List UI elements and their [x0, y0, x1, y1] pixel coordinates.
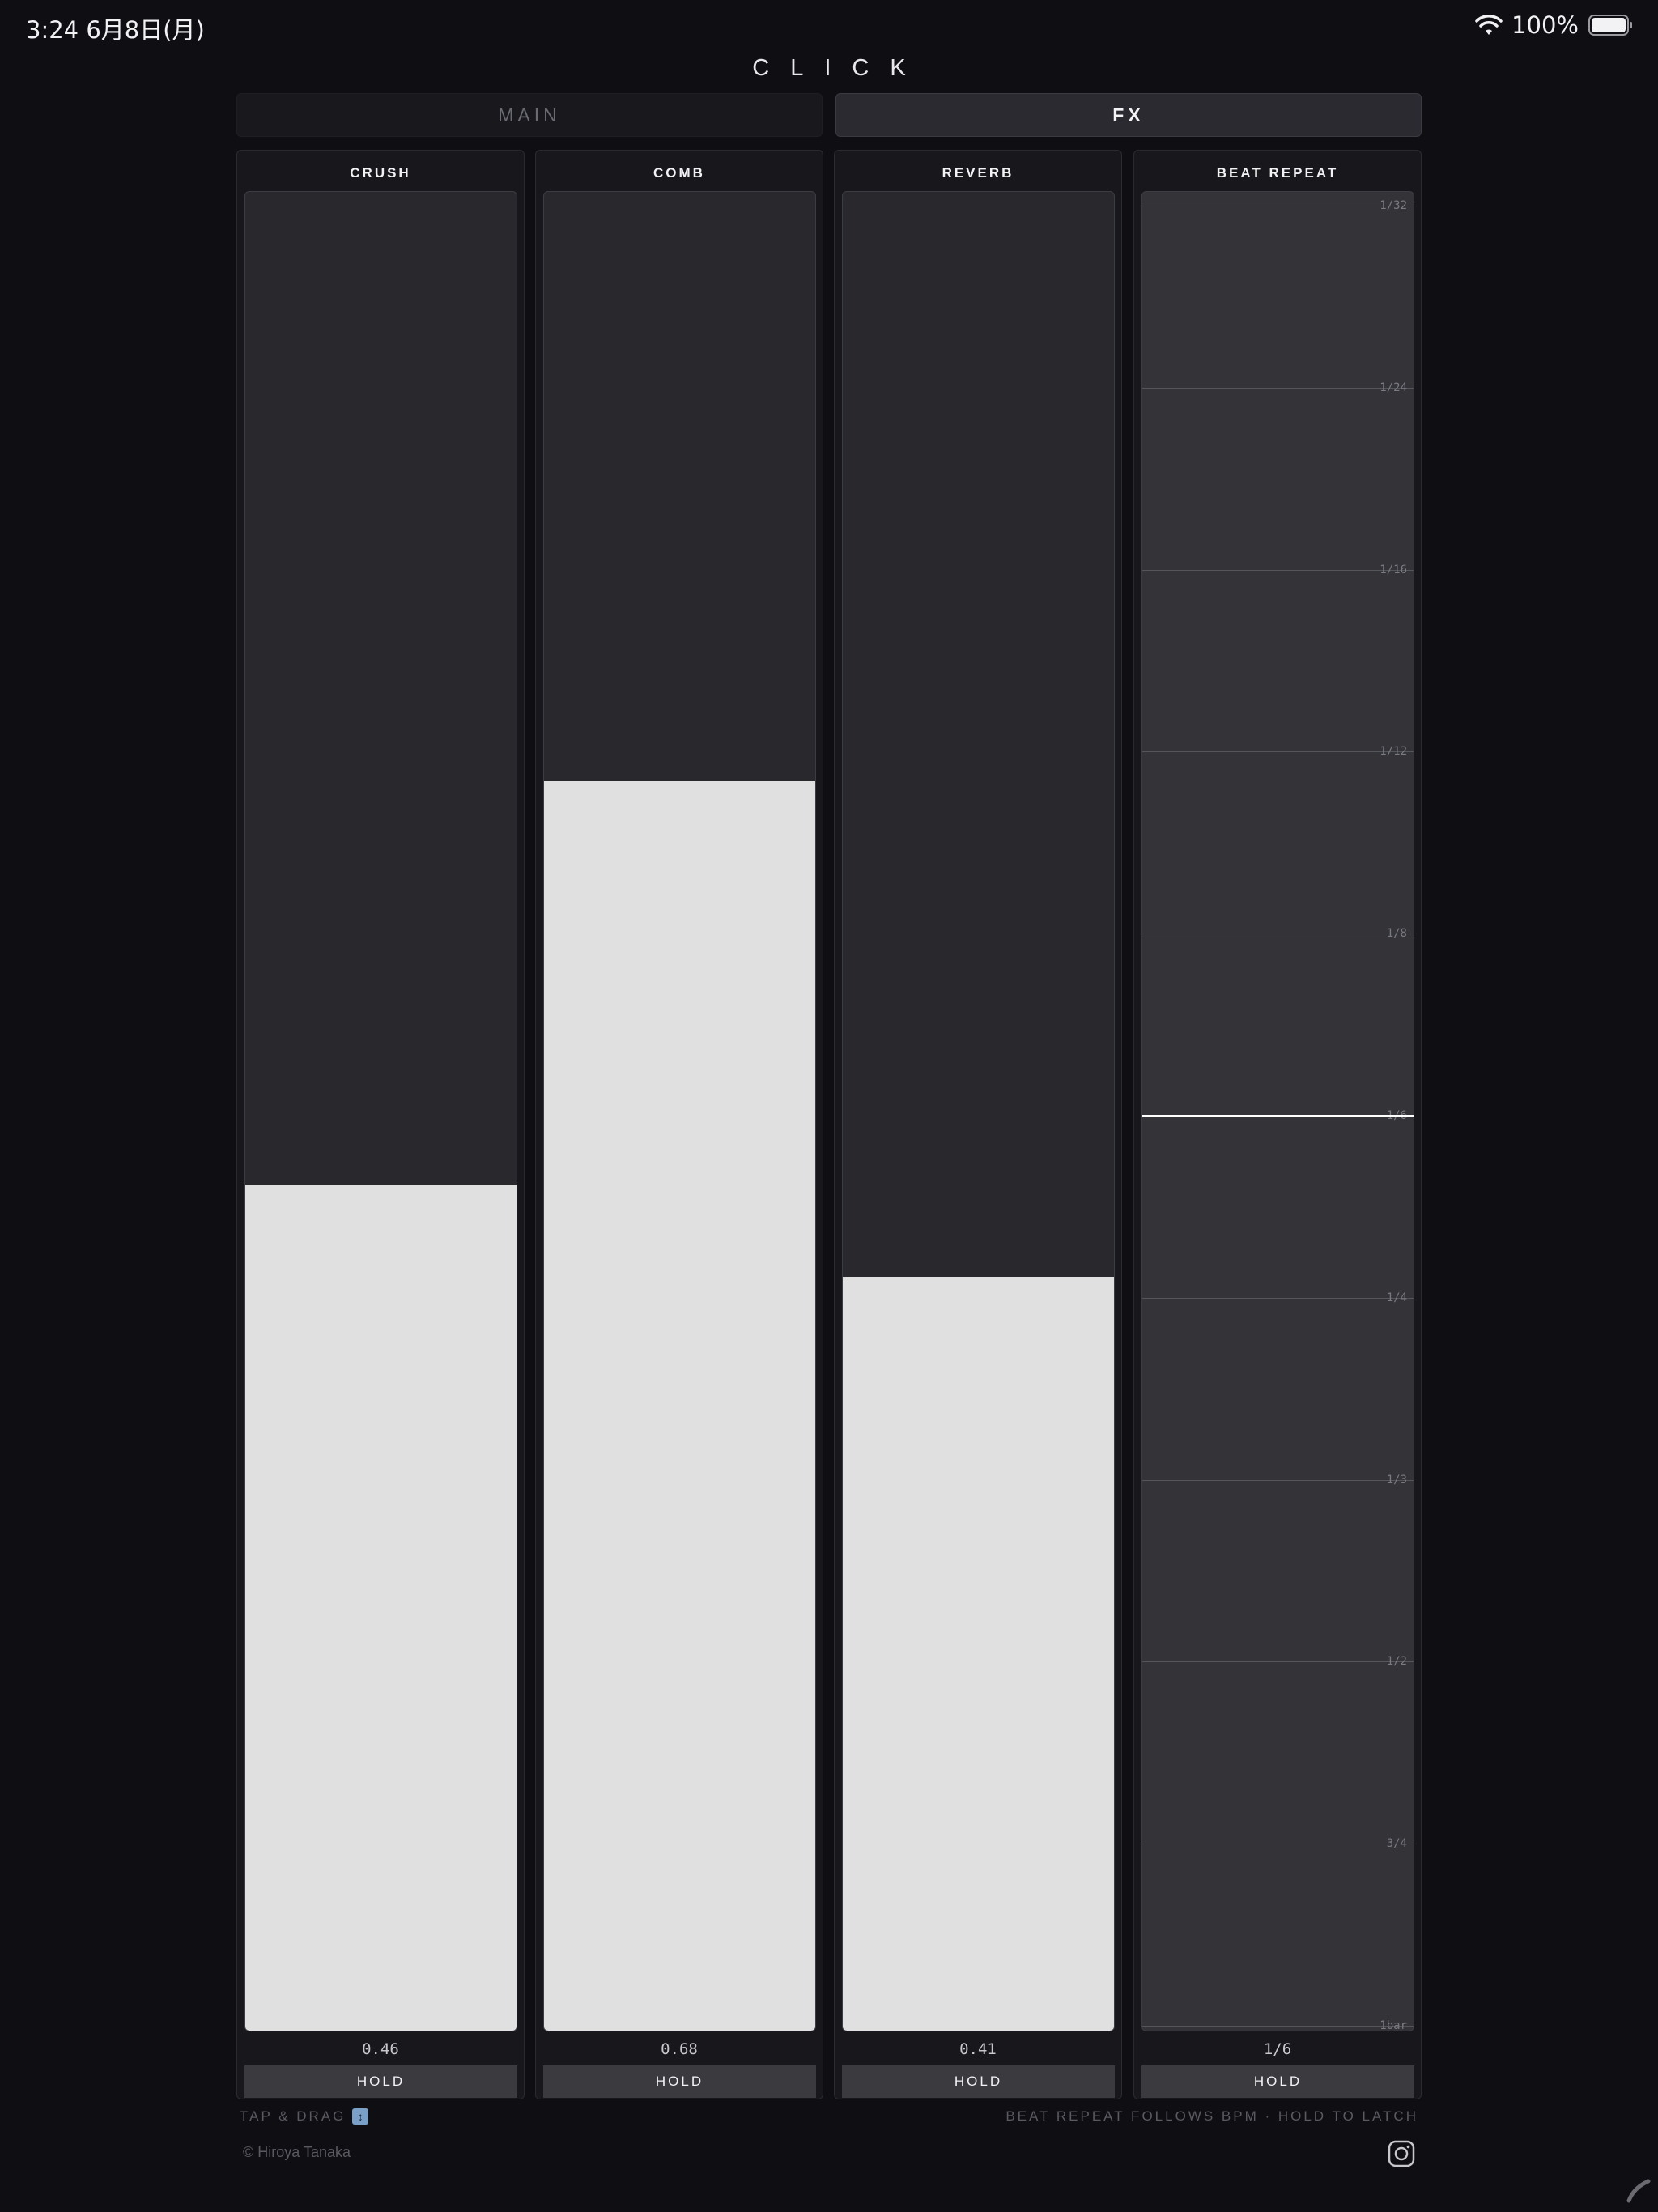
status-bar: 3:24 6月8日(月) 100% [0, 0, 1658, 52]
beat-repeat-fader[interactable]: 1/32 1/24 1/16 1/12 1/8 1/6 1/4 1/3 1/2 3/4 1bar [1141, 191, 1414, 2031]
step-tick-label: 1/16 [1380, 563, 1407, 576]
panel-title: COMB [653, 165, 705, 181]
comb-fader[interactable] [543, 191, 816, 2031]
fx-panel-beat-repeat: BEAT REPEAT 1/32 1/24 1/16 1/12 1/8 1/6 1/4 1/3… [1133, 150, 1422, 2099]
step-tick-line [1142, 751, 1414, 753]
hold-button[interactable]: HOLD [842, 2065, 1115, 2098]
fader-fill [544, 780, 815, 2031]
value-readout: 1/6 [1263, 2040, 1292, 2058]
step-tick-line [1142, 569, 1414, 571]
hold-button[interactable]: HOLD [1141, 2065, 1414, 2098]
tab-main[interactable]: MAIN [236, 93, 823, 137]
step-tick-label: 1/32 [1380, 199, 1407, 212]
panel-title: BEAT REPEAT [1216, 165, 1339, 181]
tab-bar: MAIN FX [236, 93, 1422, 137]
fx-panel-crush: CRUSH 0.46 HOLD [236, 150, 525, 2099]
status-indicators: 100% [1474, 11, 1634, 39]
fader-fill [843, 1276, 1114, 2031]
step-tick-line [1142, 1661, 1414, 1663]
step-tick-line [1142, 387, 1414, 389]
selected-step-indicator [1142, 1115, 1414, 1117]
footer-hint-left: TAP & DRAG ↕ [240, 2108, 369, 2125]
instagram-icon[interactable] [1387, 2139, 1416, 2168]
battery-percent: 100% [1511, 11, 1579, 39]
copyright: © Hiroya Tanaka [243, 2144, 351, 2160]
value-readout: 0.46 [362, 2040, 399, 2058]
step-tick-label: 1/24 [1380, 381, 1407, 394]
fader-fill [245, 1185, 517, 2031]
step-tick-label: 1/2 [1386, 1655, 1407, 1669]
step-tick-label: 1bar [1380, 2019, 1407, 2031]
wifi-icon [1475, 15, 1503, 35]
hold-button[interactable]: HOLD [244, 2065, 517, 2098]
step-tick-label: 1/12 [1380, 745, 1407, 759]
value-readout: 0.68 [661, 2040, 698, 2058]
step-tick-label: 3/4 [1386, 1837, 1407, 1851]
step-tick-label: 1/4 [1386, 1291, 1407, 1304]
tap-drag-hint: TAP & DRAG [240, 2108, 346, 2124]
edit-icon[interactable] [1626, 2178, 1652, 2204]
app-title: CLICK [752, 55, 927, 81]
step-tick-label: 1/8 [1386, 927, 1407, 941]
status-time-date: 3:24 6月8日(月) [26, 16, 205, 44]
value-readout: 0.41 [959, 2040, 997, 2058]
fx-panel-comb: COMB 0.68 HOLD [535, 150, 823, 2099]
step-tick-line [1142, 2026, 1414, 2027]
panel-title: CRUSH [350, 165, 411, 181]
battery-icon [1588, 15, 1632, 36]
reverb-fader[interactable] [842, 191, 1115, 2031]
updown-icon: ↕ [352, 2108, 369, 2125]
footer-hint-right: BEAT REPEAT FOLLOWS BPM · HOLD TO LATCH [1005, 2108, 1418, 2124]
tab-fx[interactable]: FX [835, 93, 1422, 137]
hold-button[interactable]: HOLD [543, 2065, 816, 2098]
step-tick-line [1142, 1479, 1414, 1481]
panel-title: REVERB [942, 165, 1014, 181]
step-tick-line [1142, 1297, 1414, 1299]
crush-fader[interactable] [244, 191, 517, 2031]
step-tick-label: 1/3 [1386, 1473, 1407, 1487]
fx-panel-reverb: REVERB 0.41 HOLD [834, 150, 1122, 2099]
